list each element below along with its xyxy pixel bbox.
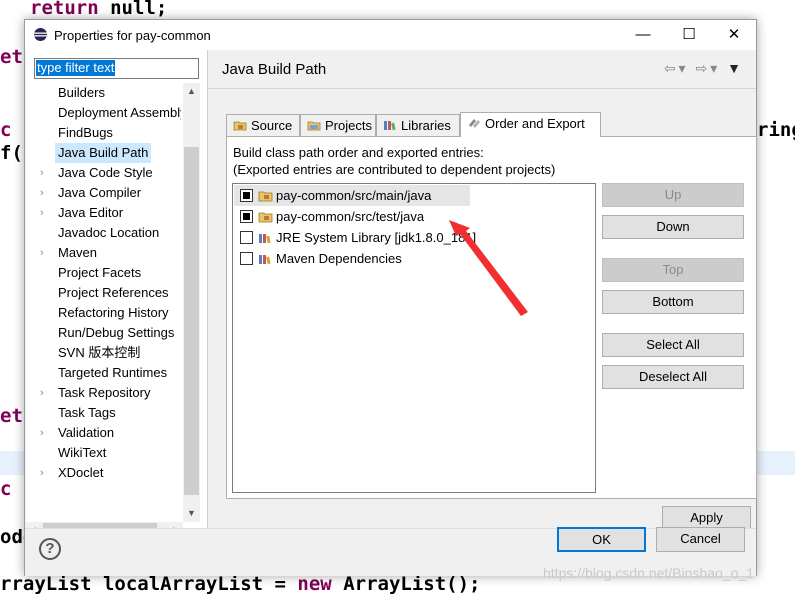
annotation-arrow	[449, 220, 528, 316]
watermark: https://blog.csdn.net/Binshao_o_1	[543, 565, 754, 581]
order-export-icon	[469, 119, 480, 128]
tab-order-and-export[interactable]: Order and Export	[460, 112, 601, 137]
